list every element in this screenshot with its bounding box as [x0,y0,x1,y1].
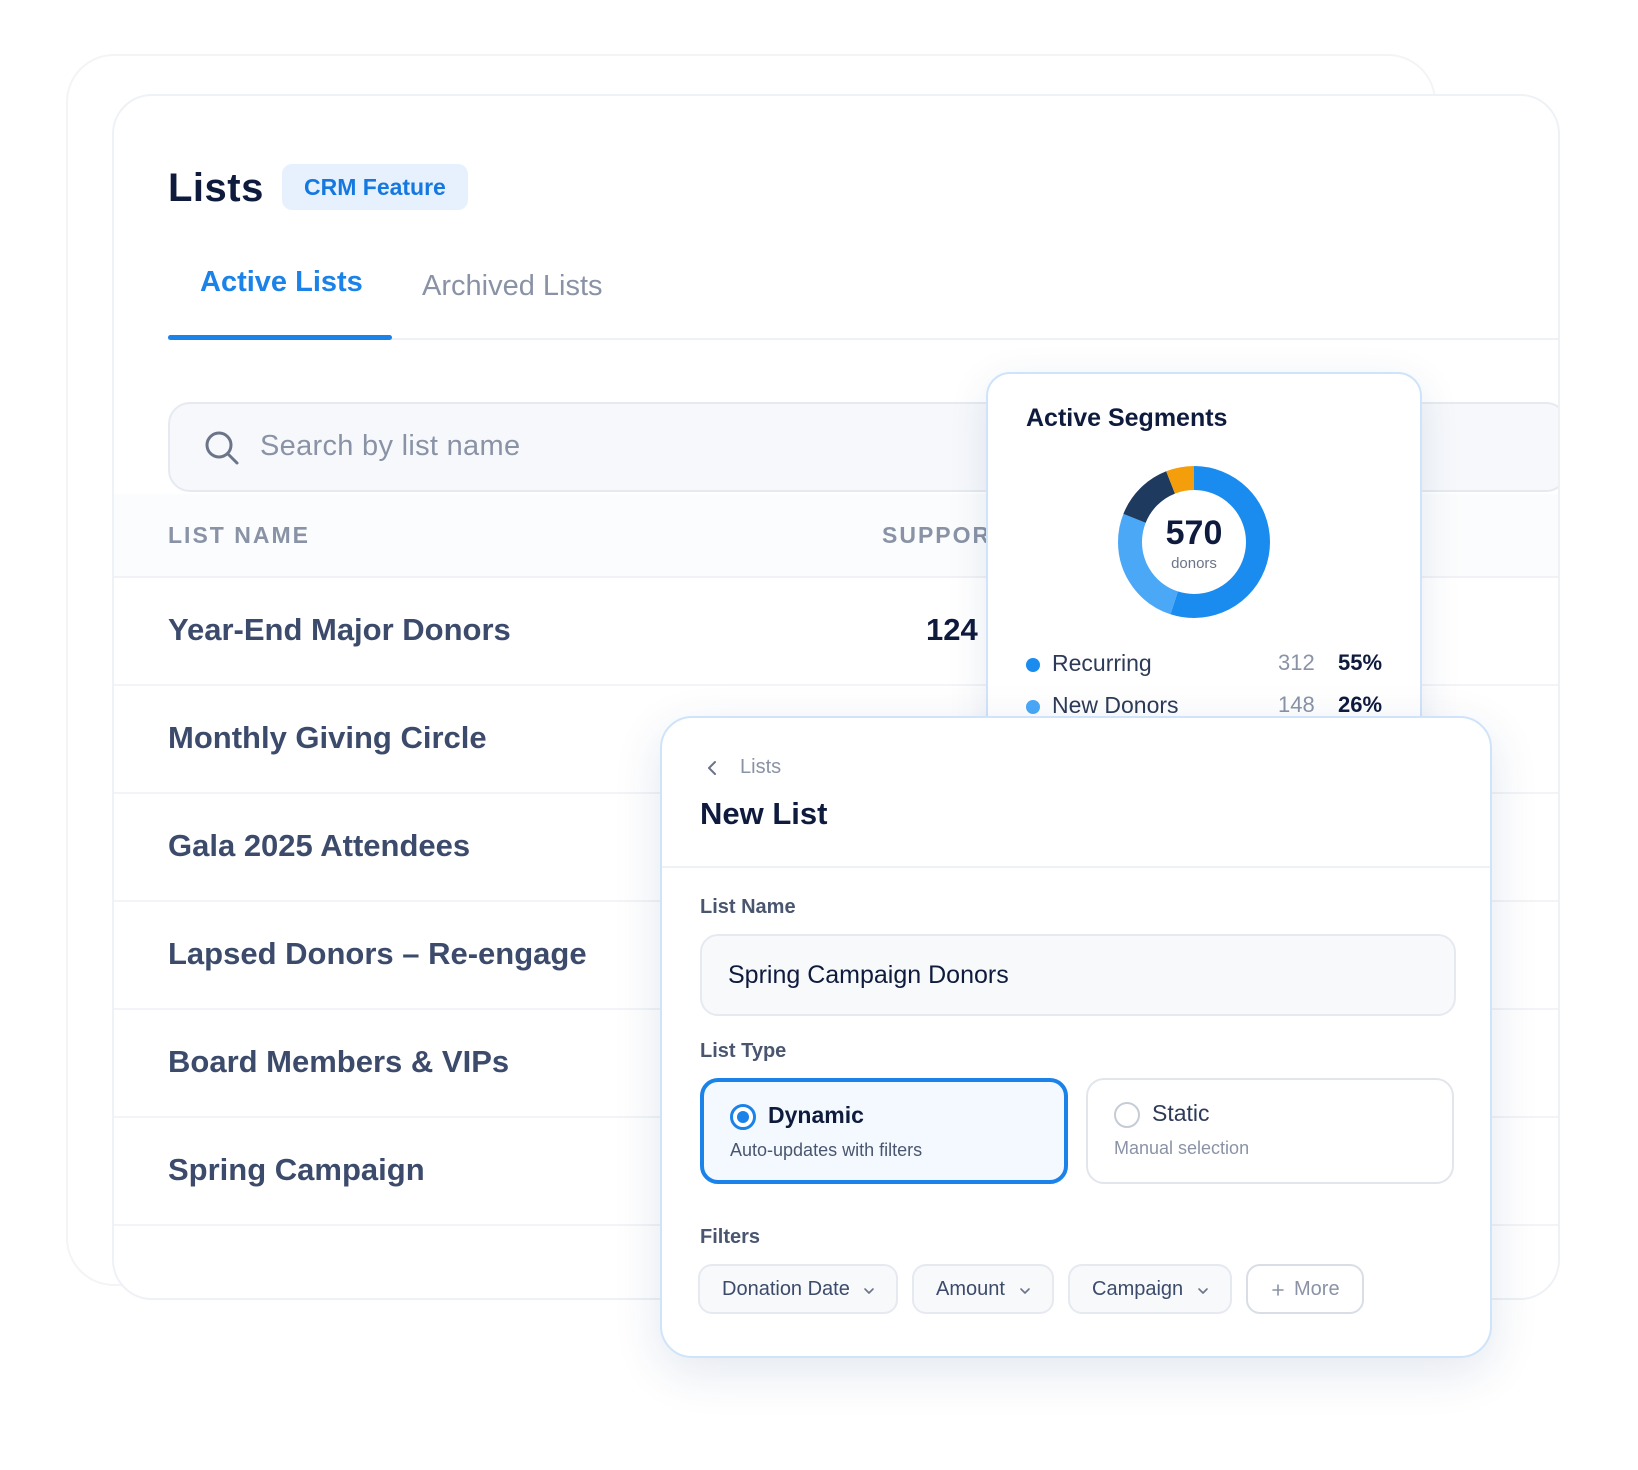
new-list-panel: Lists New List List Name List Type Dynam… [660,716,1492,1358]
list-type-static-option[interactable]: Static Manual selection [1086,1078,1454,1184]
list-name: Year-End Major Donors [168,612,511,647]
filter-label: Campaign [1092,1278,1184,1300]
chevron-left-icon [708,761,716,775]
filters-label: Filters [700,1226,761,1248]
page-title: Lists [168,166,264,210]
header-divider [662,866,1490,868]
filter-amount-dropdown[interactable]: Amount [912,1264,1054,1314]
search-icon [205,431,239,465]
legend-count: 312 [1278,650,1315,675]
filter-label: Amount [936,1278,1005,1300]
donut-total-label: donors [1171,555,1217,572]
filter-donation-date-dropdown[interactable]: Donation Date [698,1264,898,1314]
breadcrumb-lists-link[interactable]: Lists [740,756,781,779]
list-name: Board Members & VIPs [168,1044,510,1079]
plus-icon [1272,1284,1284,1296]
chevron-down-icon [1198,1288,1208,1294]
list-name: Monthly Giving Circle [168,720,487,755]
list-name-label: List Name [700,896,796,918]
filter-campaign-dropdown[interactable]: Campaign [1068,1264,1232,1314]
type-name: Static [1152,1100,1210,1126]
search-placeholder: Search by list name [260,430,521,462]
legend-dot [1026,658,1040,672]
active-segments-card: Active Segments 570 donors Recurring 312… [986,372,1422,752]
list-name: Spring Campaign [168,1152,425,1187]
legend-percent: 26% [1338,692,1383,717]
list-name: Lapsed Donors – Re-engage [168,936,587,971]
type-description: Auto-updates with filters [730,1140,923,1160]
radio-selected-icon[interactable] [730,1104,756,1130]
type-name: Dynamic [768,1102,864,1128]
chevron-down-icon [1020,1288,1030,1294]
radio-unselected-icon[interactable] [1114,1102,1140,1128]
crm-feature-badge: CRM Feature [282,164,468,210]
tab-bar: Active Lists Archived Lists [168,246,1558,340]
column-header-list-name[interactable]: LIST NAME [168,522,310,549]
legend-label: New Donors [1052,692,1179,718]
active-tab-indicator [168,335,392,340]
tab-archived-lists[interactable]: Archived Lists [422,270,603,303]
legend-item-recurring: Recurring 312 55% [1026,648,1386,680]
list-name-input[interactable] [700,934,1456,1016]
list-type-dynamic-option[interactable]: Dynamic Auto-updates with filters [700,1078,1068,1184]
legend-label: Recurring [1052,650,1152,676]
legend-count: 148 [1278,692,1315,717]
type-description: Manual selection [1114,1138,1250,1158]
more-filters-button[interactable]: More [1246,1264,1364,1314]
new-list-title: New List [700,796,828,831]
legend-percent: 55% [1338,650,1383,675]
legend-dot [1026,700,1040,714]
chevron-down-icon [864,1288,874,1294]
tab-active-lists[interactable]: Active Lists [200,266,363,299]
filter-label: Donation Date [722,1278,850,1300]
donut-total: 570 [1166,514,1223,552]
segments-title: Active Segments [1026,404,1228,432]
supporter-count: 124 [926,612,978,647]
segments-donut-chart: 570 donors [1118,466,1270,618]
list-type-label: List Type [700,1040,787,1062]
more-label: More [1294,1278,1340,1300]
list-name: Gala 2025 Attendees [168,828,471,863]
